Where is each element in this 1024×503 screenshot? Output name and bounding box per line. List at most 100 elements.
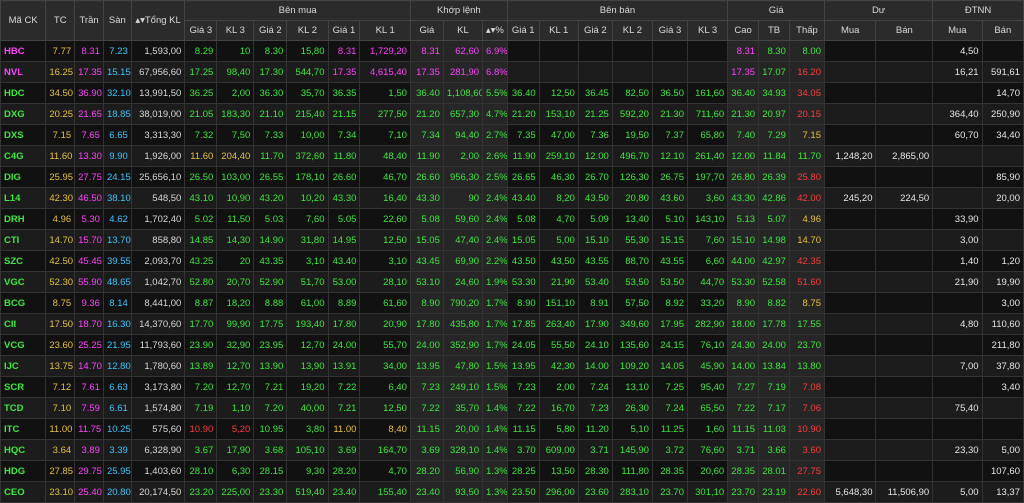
cell-total: 1,780,60 bbox=[130, 355, 186, 377]
cell-ceil: 21.65 bbox=[74, 103, 104, 125]
col-code-header[interactable]: Mã CK bbox=[0, 0, 47, 41]
cell-sell-v3: 76,10 bbox=[686, 334, 729, 356]
cell-code[interactable]: SZC bbox=[0, 250, 47, 272]
cell-code[interactable]: IJC bbox=[0, 355, 47, 377]
col-buy-v2[interactable]: KL 2 bbox=[286, 20, 329, 41]
col-buy-p2[interactable]: Giá 2 bbox=[253, 20, 288, 41]
cell-low: 7.08 bbox=[788, 376, 825, 398]
cell-code[interactable]: HBC bbox=[0, 40, 47, 62]
sort-arrows-icon[interactable]: ▴▾ bbox=[486, 25, 496, 36]
cell-sell-p2: 21.25 bbox=[577, 103, 613, 125]
cell-code[interactable]: SCR bbox=[0, 376, 47, 398]
col-sell-v3[interactable]: KL 3 bbox=[686, 20, 729, 41]
cell-code[interactable]: BCG bbox=[0, 292, 47, 314]
cell-code[interactable]: HDC bbox=[0, 82, 47, 104]
cell-sell-v1: 21,90 bbox=[538, 271, 579, 293]
table-row[interactable]: SZC 42.50 45.45 39.55 2,093,70 43.25 20 43.35 3,… bbox=[0, 250, 1024, 272]
cell-floor: 9.90 bbox=[102, 145, 132, 167]
cell-buy-v3: 7,50 bbox=[216, 124, 255, 146]
cell-floor: 6.61 bbox=[102, 397, 132, 419]
cell-sell-p3: 15.15 bbox=[651, 229, 688, 251]
col-buy-v3[interactable]: KL 3 bbox=[216, 20, 255, 41]
table-row[interactable]: HDG 27.85 29.75 25.95 1,403,60 28.10 6,30 28.15… bbox=[0, 460, 1024, 482]
col-du-buy[interactable]: Mua bbox=[823, 20, 877, 41]
cell-buy-v2: 178,10 bbox=[286, 166, 329, 188]
table-row[interactable]: HBC 7.77 8.31 7.23 1,593,00 8.29 10 8.30 15,80 8.… bbox=[0, 40, 1024, 62]
cell-code[interactable]: ITC bbox=[0, 418, 47, 440]
cell-sell-v2: 55,30 bbox=[611, 229, 653, 251]
table-row[interactable]: BCG 8.75 9.36 8.14 8,441,00 8.87 18,20 8.88 61,0… bbox=[0, 292, 1024, 314]
cell-code[interactable]: NVL bbox=[0, 61, 47, 83]
table-row[interactable]: VGC 52.30 55.90 48.65 1,042,70 52.80 20,70 52.9… bbox=[0, 271, 1024, 293]
table-row[interactable]: CEO 23.10 25.40 20.80 20,174,50 23.20 225,00 23… bbox=[0, 481, 1024, 503]
cell-sell-p1: 26.65 bbox=[506, 166, 540, 188]
col-high[interactable]: Cao bbox=[727, 20, 760, 41]
col-foreign-sell[interactable]: Bán bbox=[981, 20, 1024, 41]
cell-match-price: 17.35 bbox=[409, 61, 444, 83]
col-foreign-buy[interactable]: Mua bbox=[932, 20, 983, 41]
cell-code[interactable]: DXG bbox=[0, 103, 47, 125]
cell-code[interactable]: HDG bbox=[0, 460, 47, 482]
cell-foreign-buy bbox=[932, 376, 983, 398]
table-row[interactable]: CTI 14.70 15.70 13.70 858,80 14.85 14,30 14.90 3… bbox=[0, 229, 1024, 251]
col-match-vol[interactable]: KL bbox=[442, 20, 484, 41]
cell-code[interactable]: CTI bbox=[0, 229, 47, 251]
col-sell-p2[interactable]: Giá 2 bbox=[577, 20, 613, 41]
cell-code[interactable]: CII bbox=[0, 313, 47, 335]
col-floor-header[interactable]: Sàn bbox=[102, 0, 132, 41]
col-match-price[interactable]: Giá bbox=[409, 20, 444, 41]
cell-buy-p1: 17.80 bbox=[327, 313, 361, 335]
table-row[interactable]: DRH 4.96 5.30 4.62 1,702,40 5.02 11,50 5.03 7,60… bbox=[0, 208, 1024, 230]
table-row[interactable]: IJC 13.75 14.70 12.80 1,780,60 13.89 12,70 13.9… bbox=[0, 355, 1024, 377]
col-sell-v2[interactable]: KL 2 bbox=[611, 20, 653, 41]
cell-sell-p2: 7.36 bbox=[577, 124, 613, 146]
cell-code[interactable]: VGC bbox=[0, 271, 47, 293]
cell-buy-v1: 12,50 bbox=[359, 229, 411, 251]
table-row[interactable]: VCG 23.60 25.25 21.95 11,793,60 23.90 32,90 23.… bbox=[0, 334, 1024, 356]
col-du-sell[interactable]: Bán bbox=[875, 20, 934, 41]
cell-sell-v2: 57,50 bbox=[611, 292, 653, 314]
table-row[interactable]: DXS 7.15 7.65 6.65 3,313,30 7.32 7,50 7.33 10,00… bbox=[0, 124, 1024, 146]
cell-du-sell bbox=[875, 103, 934, 125]
col-sell-p3[interactable]: Giá 3 bbox=[651, 20, 688, 41]
table-row[interactable]: HQC 3.64 3.89 3.39 6,328,90 3.67 17,90 3.68 105,… bbox=[0, 439, 1024, 461]
col-total-header[interactable]: ▴▾Tổng KL bbox=[130, 0, 186, 41]
table-row[interactable]: ITC 11.00 11.75 10.25 575,60 10.90 5,20 10.95 3,… bbox=[0, 418, 1024, 440]
col-sell-v1[interactable]: KL 1 bbox=[538, 20, 579, 41]
table-row[interactable]: TCD 7.10 7.59 6.61 1,574,80 7.19 1,10 7.20 40,00… bbox=[0, 397, 1024, 419]
sort-arrows-icon[interactable]: ▴▾ bbox=[135, 15, 145, 26]
table-row[interactable]: DXG 20.25 21.65 18.85 38,019,00 21.05 183,30 21… bbox=[0, 103, 1024, 125]
cell-code[interactable]: DRH bbox=[0, 208, 47, 230]
cell-sell-p3: 24.15 bbox=[651, 334, 688, 356]
cell-code[interactable]: VCG bbox=[0, 334, 47, 356]
col-sell-p1[interactable]: Giá 1 bbox=[506, 20, 540, 41]
col-low[interactable]: Thấp bbox=[788, 20, 825, 41]
cell-sell-v3: 301,10 bbox=[686, 481, 729, 503]
cell-buy-p2: 7.20 bbox=[253, 397, 288, 419]
table-row[interactable]: C4G 11.60 13.30 9.90 1,926,00 11.60 204,40 11.7… bbox=[0, 145, 1024, 167]
col-match-pct[interactable]: ▴▾% bbox=[482, 20, 508, 41]
col-buy-v1[interactable]: KL 1 bbox=[359, 20, 411, 41]
col-buy-p3[interactable]: Giá 3 bbox=[184, 20, 218, 41]
table-row[interactable]: CII 17.50 18.70 16.30 14,370,60 17.70 99,90 17.… bbox=[0, 313, 1024, 335]
cell-code[interactable]: HQC bbox=[0, 439, 47, 461]
table-row[interactable]: HDC 34.50 36.90 32.10 13,991,50 36.25 2,00 36.3… bbox=[0, 82, 1024, 104]
cell-sell-p1: 53.30 bbox=[506, 271, 540, 293]
cell-code[interactable]: L14 bbox=[0, 187, 47, 209]
cell-code[interactable]: DXS bbox=[0, 124, 47, 146]
col-ceil-header[interactable]: Trần bbox=[74, 0, 104, 41]
cell-foreign-buy bbox=[932, 334, 983, 356]
table-row[interactable]: NVL 16.25 17.35 15.15 67,956,60 17.25 98,40 17.… bbox=[0, 61, 1024, 83]
col-buy-p1[interactable]: Giá 1 bbox=[327, 20, 361, 41]
cell-code[interactable]: CEO bbox=[0, 481, 47, 503]
table-row[interactable]: DIG 25.95 27.75 24.15 25,656,10 26.50 103,00 26… bbox=[0, 166, 1024, 188]
col-avg[interactable]: TB bbox=[758, 20, 790, 41]
cell-code[interactable]: TCD bbox=[0, 397, 47, 419]
table-row[interactable]: L14 42.30 46.50 38.10 548,50 43.10 10,90 43.20 1… bbox=[0, 187, 1024, 209]
table-row[interactable]: SCR 7.12 7.61 6.63 3,173,80 7.20 12,70 7.21 19,2… bbox=[0, 376, 1024, 398]
cell-code[interactable]: C4G bbox=[0, 145, 47, 167]
cell-avg: 13.84 bbox=[758, 355, 790, 377]
cell-code[interactable]: DIG bbox=[0, 166, 47, 188]
cell-match-price: 36.40 bbox=[409, 82, 444, 104]
col-ref-header[interactable]: TC bbox=[45, 0, 76, 41]
